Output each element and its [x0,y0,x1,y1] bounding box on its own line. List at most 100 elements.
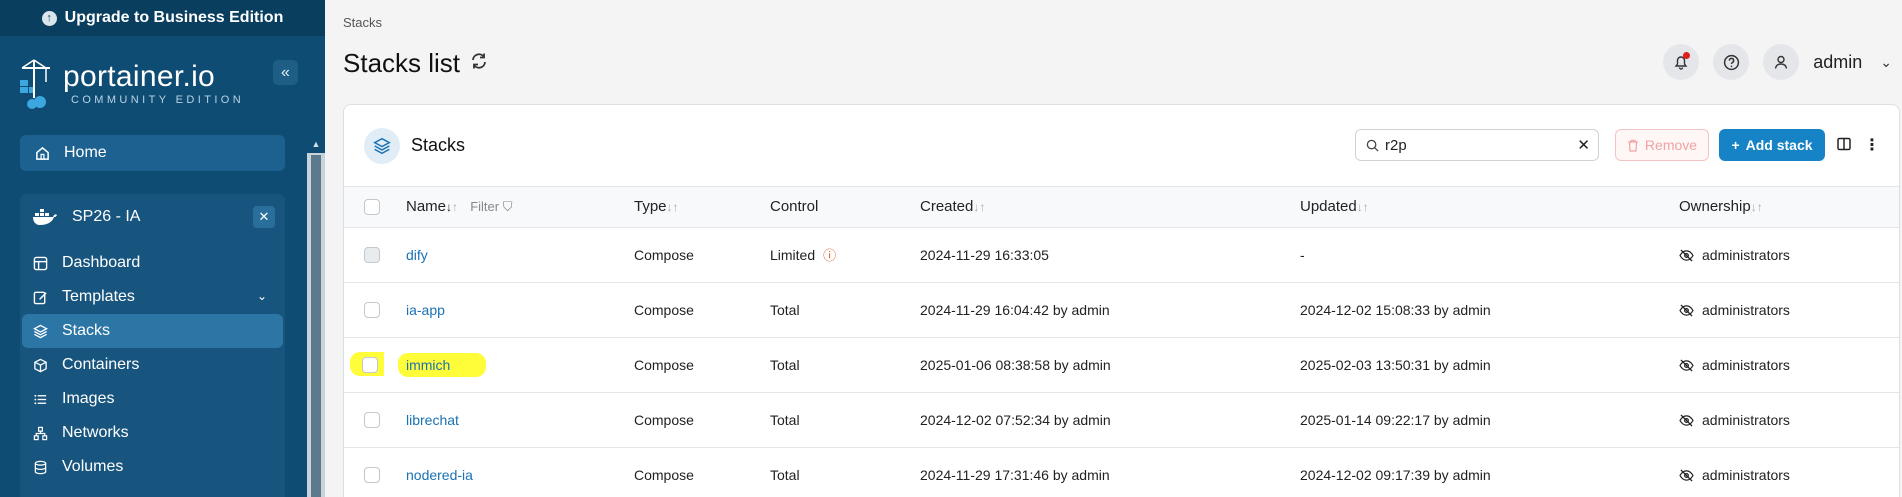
remove-button[interactable]: Remove [1615,129,1709,161]
close-environment-button[interactable]: ✕ [253,206,275,228]
stack-control: Limited ⓘ [770,247,837,263]
stack-updated: 2024-12-02 09:17:39 by admin [1300,466,1491,483]
plus-icon: + [1731,137,1740,153]
row-checkbox[interactable] [364,302,380,319]
column-header-created[interactable]: Created↓↑ [920,187,1300,228]
table-row[interactable]: librechat Compose Total 2024-12-02 07:52… [344,392,1899,447]
upgrade-label: Upgrade to Business Edition [64,9,284,26]
templates-icon [32,289,48,305]
refresh-icon[interactable] [470,52,488,76]
sort-icon: ↓↑ [1356,200,1369,215]
sort-icon: ↓↑ [973,200,986,215]
sort-asc-icon: ↑ [452,200,459,215]
environment-name: SP26 - IA [72,208,141,225]
stack-type: Compose [634,301,694,318]
scroll-up-icon[interactable]: ▲ [307,135,325,153]
stack-ownership: administrators [1679,392,1899,447]
arrow-up-icon: ↑ [41,10,57,26]
add-stack-label: Add stack [1745,137,1813,153]
more-options-icon[interactable]: ⋮ [1864,135,1880,155]
breadcrumb[interactable]: Stacks [343,15,382,30]
row-checkbox[interactable] [362,357,378,374]
stack-name-link[interactable]: ia-app [406,302,445,318]
stack-type: Compose [634,411,694,428]
containers-icon [32,357,48,373]
logo-subtitle: COMMUNITY EDITION [71,94,245,106]
sidebar-item-label: Volumes [62,458,124,475]
help-icon [1723,54,1739,70]
sidebar-item-networks[interactable]: Networks [22,416,283,450]
sidebar-item-images[interactable]: Images [22,382,283,416]
table-row[interactable]: dify Compose Limited ⓘ 2024-11-29 16:33:0… [344,227,1899,282]
sidebar-item-containers[interactable]: Containers [22,348,283,382]
sidebar-item-home[interactable]: Home [20,135,285,171]
add-stack-button[interactable]: + Add stack [1719,129,1825,161]
row-checkbox[interactable] [364,247,380,264]
clear-search-icon[interactable]: ✕ [1577,136,1590,154]
help-button[interactable] [1713,44,1750,80]
stack-name-link[interactable]: immich [406,357,450,373]
chevron-down-icon[interactable]: ⌄ [1880,54,1892,71]
user-icon [1775,55,1788,69]
select-all-checkbox[interactable] [364,199,380,216]
table-row[interactable]: nodered-ia Compose Total 2024-11-29 17:3… [344,447,1899,497]
sidebar-item-dashboard[interactable]: Dashboard [22,246,283,280]
user-name[interactable]: admin [1813,52,1862,73]
collapse-sidebar-button[interactable]: « [273,60,298,85]
eye-off-icon [1679,414,1694,427]
search-box[interactable]: ✕ [1355,129,1599,161]
card-header: Stacks ✕ Remove + Add stack ⋮ [344,105,1899,187]
sidebar-item-templates[interactable]: Templates ⌄ [22,280,283,314]
search-icon [1366,139,1379,152]
dashboard-icon [32,255,48,271]
table-row[interactable]: ia-app Compose Total 2024-11-29 16:04:42… [344,282,1899,337]
stack-updated: 2024-12-02 15:08:33 by admin [1300,301,1491,318]
eye-off-icon [1679,249,1694,262]
stack-control: Total [770,411,800,428]
stack-name-link[interactable]: librechat [406,412,459,428]
stacks-table: Name↓↑ Filter ⛉ Type↓↑ Control Created↓↑… [344,187,1899,497]
warning-icon[interactable]: ⓘ [823,248,836,263]
table-row[interactable]: immich Compose Total 2025-01-06 08:38:58… [344,337,1899,392]
portainer-logo[interactable]: portainer.io COMMUNITY EDITION [18,58,308,114]
eye-off-icon [1679,304,1694,317]
column-header-ownership[interactable]: Ownership↓↑ [1679,187,1899,228]
stack-name-link[interactable]: nodered-ia [406,467,473,483]
column-header-name[interactable]: Name↓↑ Filter ⛉ [406,187,634,228]
row-checkbox[interactable] [364,412,380,429]
columns-icon[interactable] [1837,137,1851,154]
sidebar-item-label: Home [64,144,107,161]
stack-ownership: administrators [1679,227,1899,282]
column-header-type[interactable]: Type↓↑ [634,187,770,228]
stacks-card: Stacks ✕ Remove + Add stack ⋮ [343,104,1900,497]
sidebar-item-volumes[interactable]: Volumes [22,450,283,484]
stack-control: Total [770,466,800,483]
sidebar-scrollbar[interactable]: ▲ [307,135,325,497]
networks-icon [32,425,48,441]
search-input[interactable] [1385,136,1555,154]
eye-off-icon [1679,469,1694,482]
stack-ownership: administrators [1679,282,1899,337]
upgrade-banner[interactable]: ↑ Upgrade to Business Edition [0,0,325,36]
stack-type: Compose [634,246,694,263]
stack-updated: - [1300,246,1305,263]
filter-icon: ⛉ [502,199,513,215]
sidebar-item-stacks[interactable]: Stacks [22,314,283,348]
sort-icon: ↓↑ [666,200,679,215]
row-checkbox[interactable] [364,467,380,484]
stacks-icon [32,323,48,339]
stack-name-link[interactable]: dify [406,247,428,263]
docker-icon [32,209,58,225]
scrollbar-thumb[interactable] [311,155,321,497]
stacks-icon [364,128,400,164]
filter-button[interactable]: Filter ⛉ [470,199,512,214]
column-header-updated[interactable]: Updated↓↑ [1300,187,1679,228]
user-avatar[interactable] [1763,44,1800,80]
notifications-button[interactable] [1663,44,1700,80]
stack-type: Compose [634,466,694,483]
sidebar-item-label: Containers [62,356,140,373]
sidebar-item-label: Networks [62,424,129,441]
sidebar-item-label: Templates [62,288,135,305]
logo-text: portainer.io [63,60,216,93]
page-title: Stacks list [343,48,488,79]
